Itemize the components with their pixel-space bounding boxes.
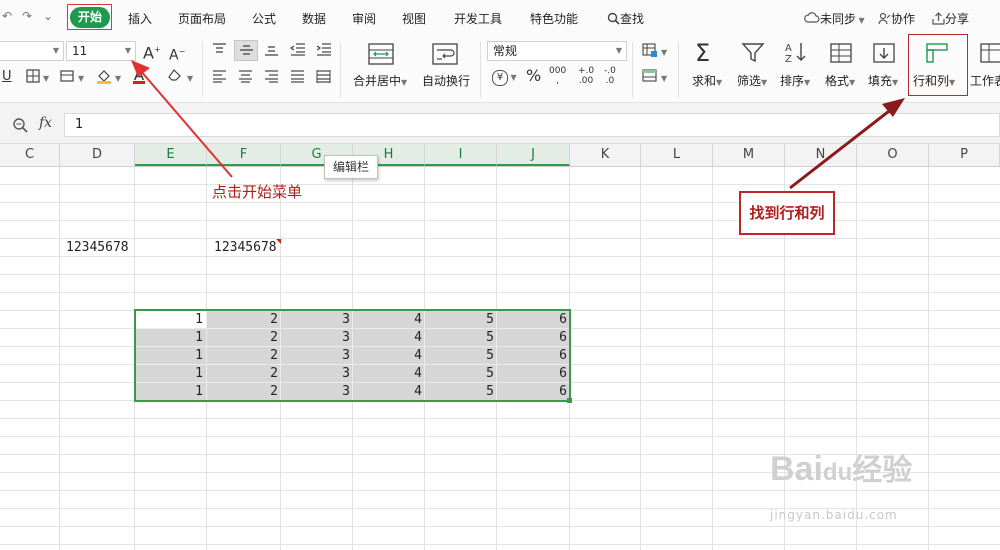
arrow-to-start-tab — [131, 60, 233, 178]
paw-icon: du — [822, 459, 853, 486]
baidu-watermark: Baidu经验 — [770, 445, 912, 489]
watermark-brand-right: 经验 — [852, 453, 913, 488]
arrow-to-row-col — [789, 98, 905, 190]
watermark-brand-left: Bai — [770, 450, 823, 488]
watermark-site: jingyan.baidu.com — [770, 508, 898, 522]
